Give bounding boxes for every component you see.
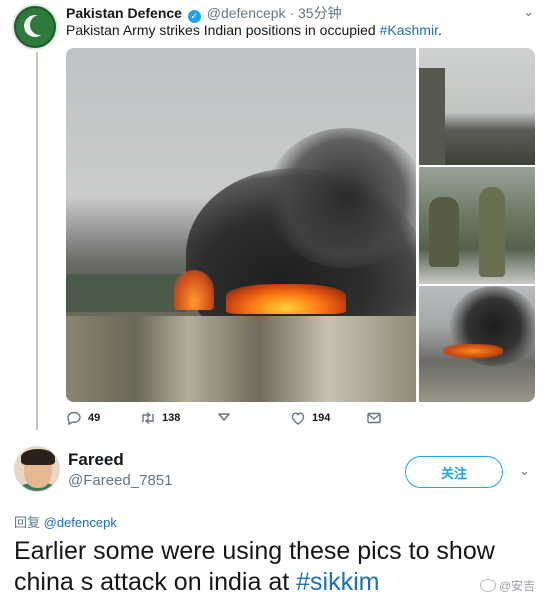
like-button[interactable]: 194 — [290, 410, 330, 426]
reply-mention-link[interactable]: @defencepk — [44, 515, 117, 530]
reply-prefix: 回复 — [14, 515, 41, 530]
photo-thumbnail-1[interactable] — [419, 48, 535, 165]
tweet-text: Pakistan Army strikes Indian positions i… — [66, 22, 442, 38]
reply-count: 49 — [88, 412, 101, 424]
rocks — [66, 316, 416, 402]
like-icon — [291, 412, 305, 425]
photo-main[interactable] — [66, 48, 416, 402]
fire — [443, 344, 503, 358]
heart-down-button[interactable] — [216, 410, 232, 426]
chevron-down-icon[interactable]: ⌄ — [523, 4, 534, 20]
hashtag-link[interactable]: #sikkim — [296, 568, 379, 596]
reply-text: Earlier some were using these pics to sh… — [14, 536, 534, 598]
separator: · — [289, 5, 295, 21]
retweet-button[interactable]: 138 — [140, 410, 180, 426]
truck — [419, 68, 445, 165]
avatar[interactable] — [12, 4, 58, 50]
reply-icon — [67, 411, 81, 426]
crescent-emblem-icon — [16, 8, 54, 46]
avatar[interactable] — [14, 446, 60, 492]
follow-button[interactable]: 关注 — [405, 456, 503, 488]
reply-text-body: Earlier some were using these pics to sh… — [14, 537, 495, 596]
soldier — [479, 187, 505, 277]
watermark: @安吉 — [480, 577, 535, 594]
reply-context: 回复 @defencepk — [14, 512, 117, 531]
trucks — [66, 274, 186, 312]
retweet-icon — [142, 411, 154, 425]
author-name[interactable]: Pakistan Defence — [66, 5, 182, 21]
hashtag-link[interactable]: #Kashmir — [380, 22, 438, 38]
reply-author-name[interactable]: Fareed — [68, 450, 124, 470]
chevron-down-icon[interactable]: ⌄ — [519, 463, 530, 479]
tweet-header: Pakistan Defence ✓ @defencepk · 35分钟 — [66, 3, 342, 23]
retweet-count: 138 — [162, 412, 181, 424]
heart-down-icon — [218, 413, 230, 421]
reply-author-handle[interactable]: @Fareed_7851 — [68, 472, 172, 489]
fire — [174, 270, 214, 310]
soldier — [429, 197, 459, 267]
avatar-hair — [21, 449, 55, 465]
thread-line — [36, 52, 38, 430]
watermark-text: @安吉 — [499, 579, 536, 593]
photo-thumbnail-3[interactable] — [419, 286, 535, 402]
smoke — [266, 128, 416, 268]
tweet-text-end: . — [437, 22, 442, 38]
fire — [226, 284, 346, 314]
reply-button[interactable]: 49 — [66, 410, 100, 426]
timestamp[interactable]: 35分钟 — [298, 5, 342, 21]
photo-thumbnail-2[interactable] — [419, 167, 535, 284]
tweet-actions: 49 138 194 — [66, 410, 486, 432]
tweet-text-body: Pakistan Army strikes Indian positions i… — [66, 22, 380, 38]
weibo-logo-icon — [480, 579, 496, 592]
message-button[interactable] — [366, 410, 382, 426]
like-count: 194 — [312, 412, 331, 424]
envelope-icon — [367, 412, 381, 424]
author-handle[interactable]: @defencepk — [207, 5, 286, 21]
